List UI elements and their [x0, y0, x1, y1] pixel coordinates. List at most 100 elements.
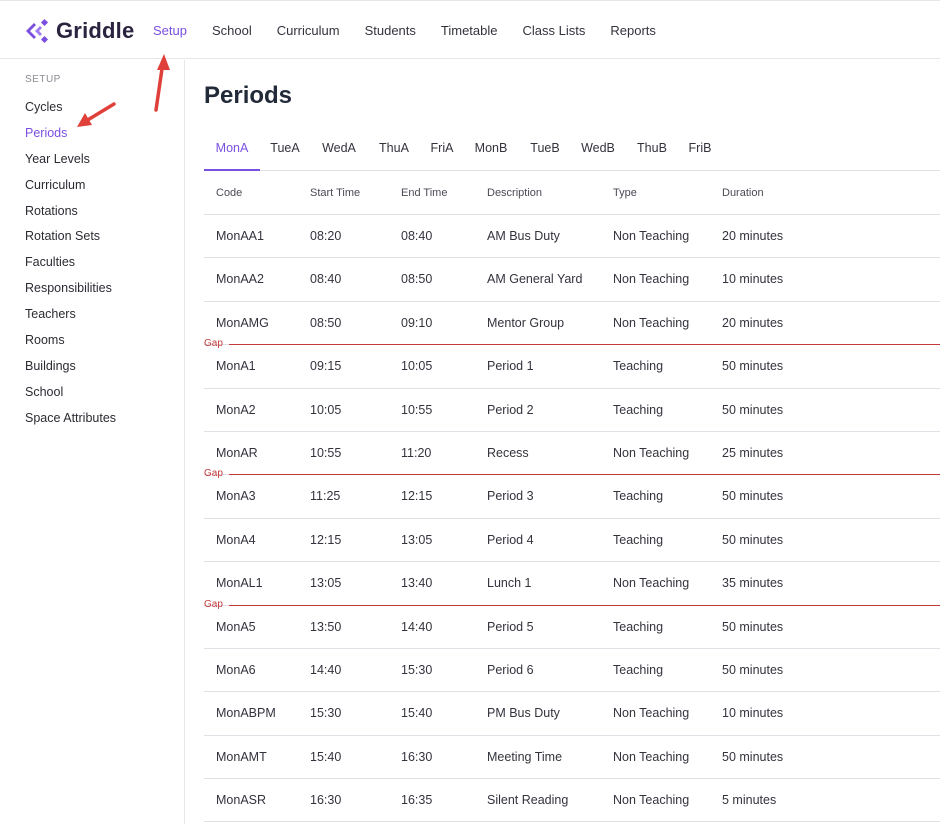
table-row[interactable]: MonAMT 15:40 16:30 Meeting Time Non Teaching… — [204, 736, 940, 780]
gap-label: Gap — [204, 338, 223, 350]
cell-description: Period 4 — [487, 532, 534, 547]
cell-start-time: 08:40 — [310, 272, 342, 287]
tab-tueb[interactable]: TueB — [526, 128, 564, 171]
cell-start-time: 08:20 — [310, 229, 342, 243]
cell-type: Non Teaching — [613, 706, 690, 721]
cell-type: Non Teaching — [613, 229, 690, 243]
cell-duration: 10 minutes — [722, 272, 784, 287]
cell-type: Non Teaching — [613, 445, 690, 460]
cell-duration: 50 minutes — [722, 619, 784, 634]
sidebar-item-school[interactable]: School — [25, 383, 116, 409]
cell-start-time: 10:55 — [310, 445, 342, 460]
cell-description: AM General Yard — [487, 272, 583, 287]
nav-item-class-lists[interactable]: Class Lists — [523, 23, 586, 38]
cell-end-time: 16:35 — [401, 793, 433, 808]
cell-type: Non Teaching — [613, 272, 690, 287]
tab-thub[interactable]: ThuB — [632, 128, 672, 171]
sidebar-item-buildings[interactable]: Buildings — [25, 357, 116, 383]
column-header-type[interactable]: Type — [613, 187, 637, 199]
table-row[interactable]: MonA4 12:15 13:05 Period 4 Teaching 50 minute… — [204, 519, 940, 563]
sidebar-item-cycles[interactable]: Cycles — [25, 98, 116, 124]
app-logo[interactable]: Griddle — [22, 17, 134, 45]
gap-marker: Gap — [0, 599, 940, 613]
tab-fria[interactable]: FriA — [426, 128, 458, 171]
sidebar-item-space-attributes[interactable]: Space Attributes — [25, 409, 116, 435]
cell-code: MonA2 — [216, 402, 256, 417]
sidebar-item-periods[interactable]: Periods — [25, 124, 116, 150]
cell-start-time: 14:40 — [310, 662, 342, 677]
sidebar-item-teachers[interactable]: Teachers — [25, 305, 116, 331]
sidebar-item-year-levels[interactable]: Year Levels — [25, 150, 116, 176]
nav-item-timetable[interactable]: Timetable — [441, 23, 498, 38]
cell-description: Lunch 1 — [487, 576, 532, 591]
tab-mona[interactable]: MonA — [204, 128, 260, 171]
cell-duration: 25 minutes — [722, 445, 784, 460]
nav-item-reports[interactable]: Reports — [610, 23, 656, 38]
table-row[interactable]: MonA6 14:40 15:30 Period 6 Teaching 50 minute… — [204, 649, 940, 693]
cell-end-time: 15:40 — [401, 706, 433, 721]
cell-code: MonAA2 — [216, 272, 264, 287]
cell-type: Teaching — [613, 662, 664, 677]
table-row[interactable]: MonABPM 15:30 15:40 PM Bus Duty Non Teaching… — [204, 692, 940, 736]
sidebar-item-faculties[interactable]: Faculties — [25, 253, 116, 279]
cell-start-time: 13:50 — [310, 619, 342, 634]
column-header-duration[interactable]: Duration — [722, 187, 764, 199]
tab-monb[interactable]: MonB — [470, 128, 512, 171]
cell-description: AM Bus Duty — [487, 229, 560, 243]
cell-description: Period 6 — [487, 662, 534, 677]
nav-item-school[interactable]: School — [212, 23, 252, 38]
cell-description: PM Bus Duty — [487, 706, 560, 721]
sidebar-item-rotations[interactable]: Rotations — [25, 202, 116, 228]
cell-duration: 35 minutes — [722, 576, 784, 591]
cell-code: MonAL1 — [216, 576, 263, 591]
top-navigation-bar: Griddle Setup School Curriculum Students… — [0, 0, 940, 59]
cell-start-time: 16:30 — [310, 793, 342, 808]
table-row[interactable]: MonAA2 08:40 08:50 AM General Yard Non Teach… — [204, 258, 940, 302]
cell-end-time: 08:50 — [401, 272, 433, 287]
sidebar-item-curriculum[interactable]: Curriculum — [25, 176, 116, 202]
cell-end-time: 14:40 — [401, 619, 433, 634]
gap-label: Gap — [204, 598, 223, 610]
page-title: Periods — [204, 82, 293, 109]
cell-duration: 20 minutes — [722, 315, 784, 330]
cell-duration: 50 minutes — [722, 359, 784, 374]
app-name: Griddle — [56, 18, 135, 43]
day-tabs: MonA TueA WedA ThuA FriA MonB TueB WedB … — [204, 128, 940, 171]
cell-code: MonAR — [216, 445, 258, 460]
griddle-logo-icon — [26, 18, 49, 44]
cell-type: Teaching — [613, 532, 664, 547]
tab-tuea[interactable]: TueA — [264, 128, 306, 171]
cell-code: MonAMT — [216, 749, 267, 764]
nav-item-curriculum[interactable]: Curriculum — [277, 23, 340, 38]
tab-thua[interactable]: ThuA — [374, 128, 414, 171]
table-row[interactable]: MonA2 10:05 10:55 Period 2 Teaching 50 minute… — [204, 389, 940, 432]
sidebar-item-rotation-sets[interactable]: Rotation Sets — [25, 227, 116, 253]
column-header-end-time[interactable]: End Time — [401, 187, 447, 199]
table-row[interactable]: MonAA1 08:20 08:40 AM Bus Duty Non Teaching 2… — [204, 215, 940, 259]
nav-item-setup[interactable]: Setup — [153, 23, 187, 38]
tab-wedb[interactable]: WedB — [577, 128, 619, 171]
cell-start-time: 11:25 — [310, 489, 341, 504]
cell-code: MonA5 — [216, 619, 256, 634]
cell-end-time: 13:05 — [401, 532, 433, 547]
cell-code: MonABPM — [216, 706, 276, 721]
table-row[interactable]: MonASR 16:30 16:35 Silent Reading Non Teachi… — [204, 779, 940, 823]
tab-frib[interactable]: FriB — [684, 128, 716, 171]
sidebar: SETUP Cycles Periods Year Levels Curricu… — [0, 60, 185, 824]
cell-code: MonASR — [216, 793, 267, 808]
sidebar-item-responsibilities[interactable]: Responsibilities — [25, 279, 116, 305]
periods-table: Code Start Time End Time Description Typ… — [204, 172, 940, 823]
cell-duration: 20 minutes — [722, 229, 784, 243]
cell-type: Non Teaching — [613, 793, 690, 808]
column-header-start-time[interactable]: Start Time — [310, 187, 360, 199]
nav-item-students[interactable]: Students — [365, 23, 416, 38]
cell-start-time: 09:15 — [310, 359, 342, 374]
cell-code: MonAMG — [216, 315, 269, 330]
column-header-code[interactable]: Code — [216, 187, 242, 199]
column-header-description[interactable]: Description — [487, 187, 542, 199]
gap-rule — [229, 474, 940, 476]
table-header: Code Start Time End Time Description Typ… — [204, 172, 940, 215]
tab-weda[interactable]: WedA — [317, 128, 361, 171]
cell-code: MonA4 — [216, 532, 256, 547]
cell-duration: 50 minutes — [722, 402, 784, 417]
